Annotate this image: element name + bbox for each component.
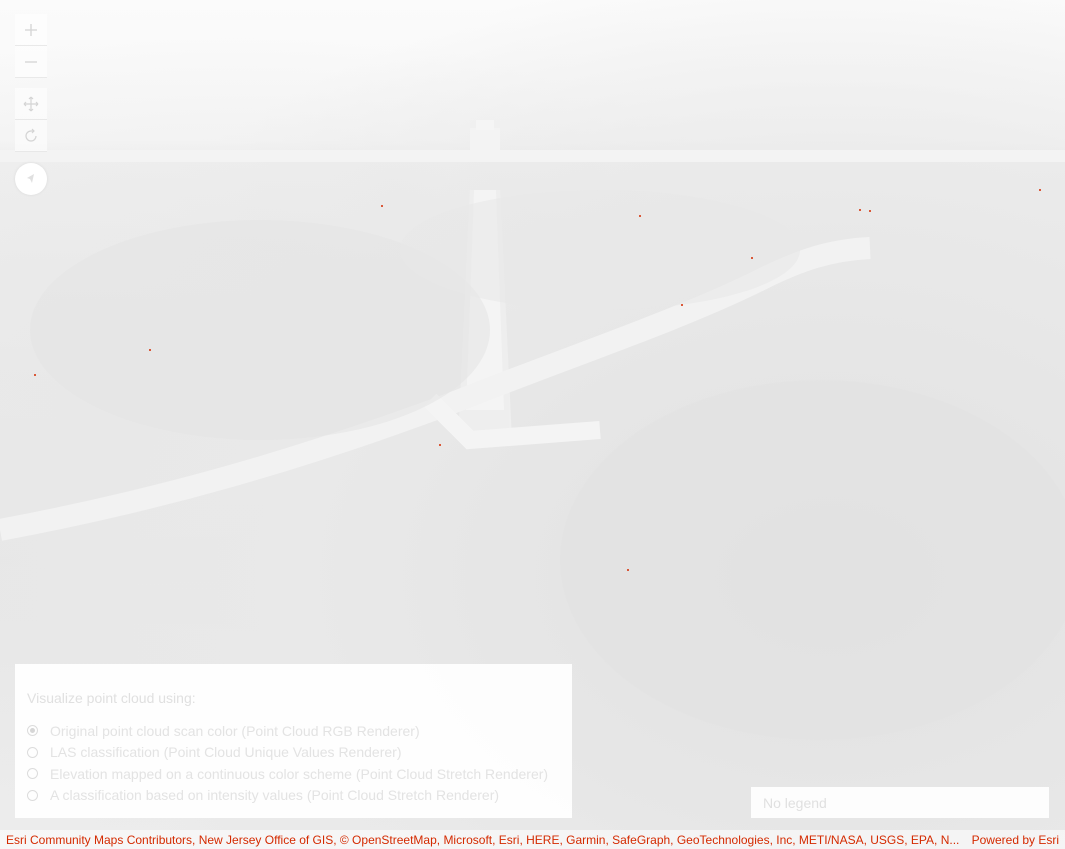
- rotate-mode-button[interactable]: [15, 120, 47, 152]
- minus-icon: [25, 60, 37, 63]
- radio-button[interactable]: [27, 768, 38, 780]
- legend-panel: No legend: [751, 787, 1049, 818]
- zoom-out-button[interactable]: [15, 46, 47, 78]
- scene-view[interactable]: Visualize point cloud using: Original po…: [0, 0, 1065, 849]
- option-label: Elevation mapped on a continuous color s…: [50, 765, 549, 782]
- plus-icon: [25, 23, 37, 36]
- visualization-panel: Visualize point cloud using: Original po…: [15, 664, 572, 818]
- option-label: Original point cloud scan color (Point C…: [50, 722, 420, 739]
- move-icon: [23, 96, 39, 111]
- legend-text: No legend: [763, 795, 827, 811]
- option-rgb-renderer[interactable]: Original point cloud scan color (Point C…: [27, 720, 560, 742]
- radio-button[interactable]: [27, 725, 38, 737]
- zoom-in-button[interactable]: [15, 14, 47, 46]
- attribution-bar: Esri Community Maps Contributors, New Je…: [0, 830, 1065, 849]
- radio-button[interactable]: [27, 789, 38, 801]
- option-label: A classification based on intensity valu…: [50, 787, 500, 804]
- horizon-band: [0, 150, 1065, 162]
- compass-button[interactable]: [15, 163, 47, 195]
- attribution-text[interactable]: Esri Community Maps Contributors, New Je…: [6, 833, 959, 847]
- panel-title: Visualize point cloud using:: [27, 690, 196, 706]
- powered-by-esri-link[interactable]: Powered by Esri: [972, 833, 1059, 847]
- option-label: LAS classification (Point Cloud Unique V…: [50, 744, 402, 761]
- compass-icon: [27, 174, 34, 183]
- rotate-icon: [25, 128, 37, 142]
- navigation-controls: [15, 14, 47, 152]
- option-elevation-stretch-renderer[interactable]: Elevation mapped on a continuous color s…: [27, 763, 560, 785]
- option-intensity-stretch-renderer[interactable]: A classification based on intensity valu…: [27, 785, 560, 807]
- pan-mode-button[interactable]: [15, 88, 47, 120]
- option-unique-values-renderer[interactable]: LAS classification (Point Cloud Unique V…: [27, 742, 560, 764]
- radio-button[interactable]: [27, 746, 38, 758]
